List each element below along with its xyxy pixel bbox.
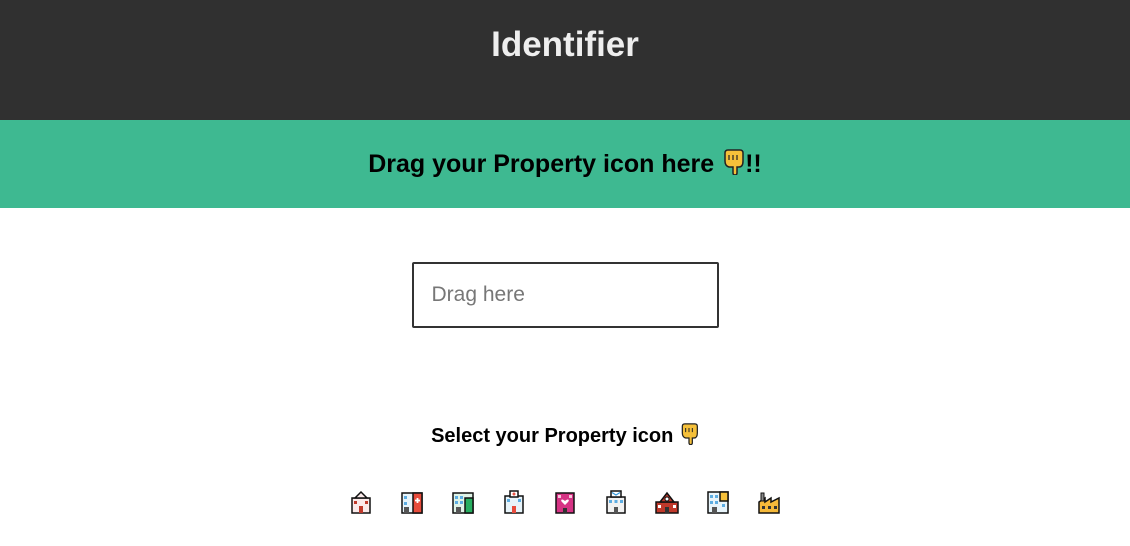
- selector-heading: Select your Property icon: [0, 421, 1130, 451]
- banner-suffix: !!: [745, 149, 762, 178]
- factory-icon[interactable]: [752, 489, 786, 515]
- selector-title: Select your Property icon: [431, 424, 674, 447]
- instruction-banner: Drag your Property icon here !!: [0, 120, 1130, 208]
- backhand-index-pointing-down-icon: [679, 421, 699, 451]
- banner-text: Drag your Property icon here: [368, 149, 715, 178]
- apartment-building-icon[interactable]: [701, 489, 735, 515]
- banner-heading: Drag your Property icon here !!: [368, 147, 762, 182]
- page-title: Identifier: [491, 25, 639, 64]
- post-office-icon[interactable]: [599, 489, 633, 515]
- backhand-index-pointing-down-icon: [721, 147, 745, 182]
- house-building-icon[interactable]: [344, 489, 378, 515]
- app-header: Identifier: [0, 0, 1130, 120]
- clinic-building-icon[interactable]: [497, 489, 531, 515]
- hospital-icon[interactable]: [395, 489, 429, 515]
- school-icon[interactable]: [650, 489, 684, 515]
- office-building-icon[interactable]: [446, 489, 480, 515]
- drop-zone: [0, 262, 1130, 328]
- drag-drop-input[interactable]: [411, 262, 719, 328]
- property-icon-list: [0, 489, 1130, 515]
- love-hotel-icon[interactable]: [548, 489, 582, 515]
